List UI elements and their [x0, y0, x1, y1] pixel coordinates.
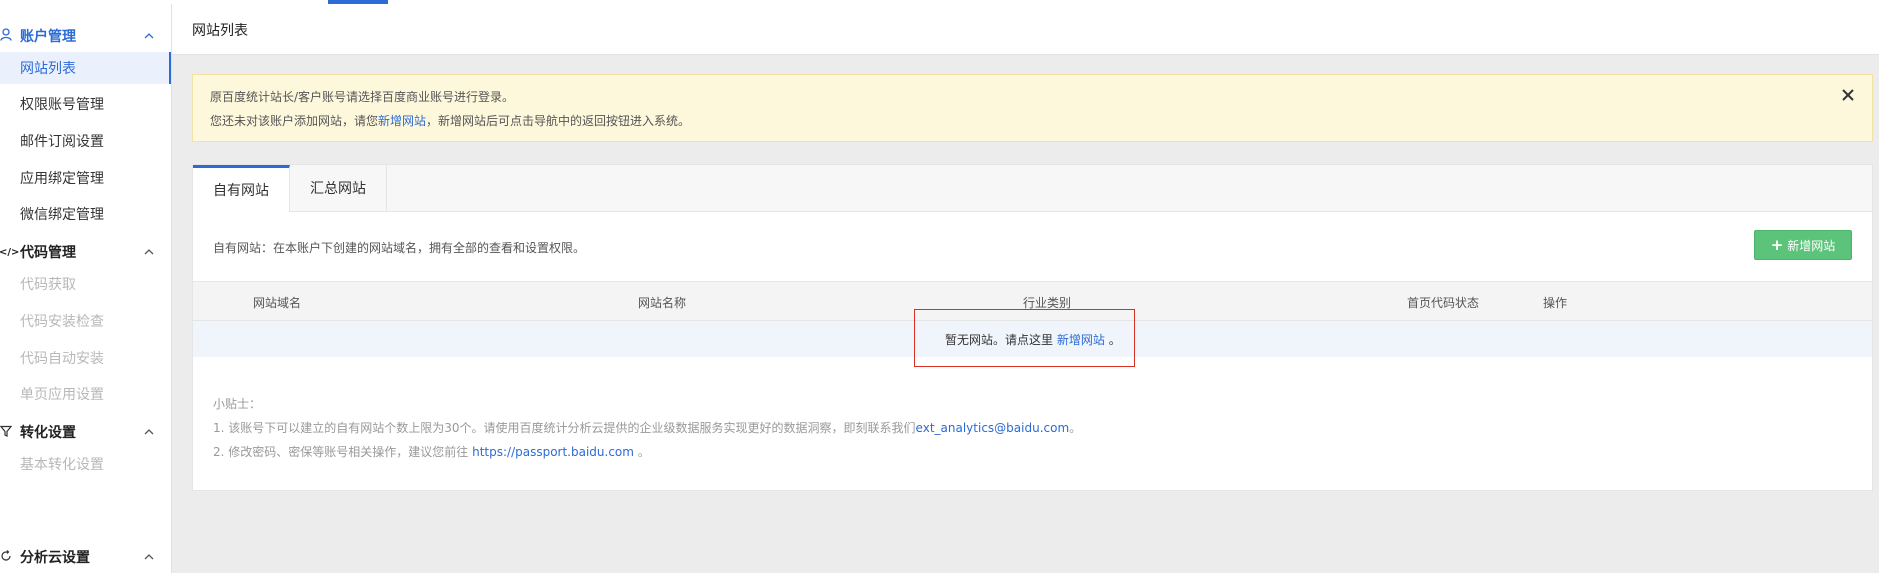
column-header-actions: 操作	[1543, 296, 1568, 310]
sidebar-item-label: 代码获取	[20, 277, 76, 293]
refresh-icon	[0, 549, 13, 565]
tip-text: 。	[1069, 421, 1082, 435]
sidebar-group-label: 代码管理	[20, 245, 76, 261]
sidebar-group-label: 转化设置	[20, 425, 76, 441]
sidebar-item-label: 代码安装检查	[20, 314, 104, 330]
alert-line-2: 您还未对该账户添加网站，请您新增网站，新增网站后可点击导航中的返回按钮进入系统。	[210, 112, 690, 129]
alert-line-1: 原百度统计站长/客户账号请选择百度商业账号进行登录。	[210, 90, 515, 104]
sidebar-item-mail-subscription[interactable]: 邮件订阅设置	[0, 125, 171, 157]
sidebar-group-analytics-cloud[interactable]: 分析云设置	[0, 542, 171, 572]
tip-text: 1. 该账号下可以建立的自有网站个数上限为30个。请使用百度统计分析云提供的企业…	[213, 421, 916, 435]
chevron-up-icon	[144, 33, 154, 39]
sidebar-item-label: 应用绑定管理	[20, 171, 104, 187]
tip-text: 2. 修改密码、密保等账号相关操作，建议您前往	[213, 445, 469, 459]
sidebar-item-site-list[interactable]: 网站列表	[0, 52, 171, 84]
plus-icon: +	[1770, 236, 1784, 254]
empty-state-message: 暂无网站。请点这里 新增网站 。	[945, 331, 1121, 348]
empty-state-text: 暂无网站。请点这里	[945, 333, 1054, 347]
tab-description: 自有网站：在本账户下创建的网站域名，拥有全部的查看和设置权限。	[213, 241, 586, 255]
empty-state-text: 。	[1108, 333, 1121, 347]
sidebar-item-wechat-binding[interactable]: 微信绑定管理	[0, 198, 171, 230]
sidebar-group-label: 账户管理	[20, 29, 76, 45]
sidebar-item-label: 邮件订阅设置	[20, 134, 104, 150]
page-title: 网站列表	[192, 23, 248, 39]
sidebar-item-get-code[interactable]: 代码获取	[0, 268, 171, 300]
sidebar-group-label: 分析云设置	[20, 550, 90, 566]
sidebar-group-conversion[interactable]: 转化设置	[0, 417, 171, 447]
sidebar-item-basic-conversion[interactable]: 基本转化设置	[0, 448, 171, 480]
tab-summary-sites[interactable]: 汇总网站	[290, 165, 387, 211]
tip-2: 2. 修改密码、密保等账号相关操作，建议您前往 https://passport…	[213, 443, 650, 460]
alert-text: ，新增网站后可点击导航中的返回按钮进入系统。	[426, 114, 691, 128]
chevron-up-icon	[144, 554, 154, 560]
sidebar-item-spa-settings[interactable]: 单页应用设置	[0, 378, 171, 410]
sidebar-item-label: 基本转化设置	[20, 457, 104, 473]
sidebar-item-code-auto-install[interactable]: 代码自动安装	[0, 342, 171, 374]
user-icon	[0, 28, 13, 44]
tip-text: 。	[637, 445, 650, 459]
page-header: 网站列表	[172, 4, 1879, 55]
column-header-domain: 网站域名	[253, 296, 302, 310]
tab-own-sites[interactable]: 自有网站	[193, 165, 290, 212]
sidebar-item-label: 网站列表	[20, 61, 76, 77]
close-icon[interactable]	[1838, 85, 1858, 105]
sidebar-item-label: 代码自动安装	[20, 351, 104, 367]
add-site-button[interactable]: + 新增网站	[1754, 230, 1852, 260]
tip-1: 1. 该账号下可以建立的自有网站个数上限为30个。请使用百度统计分析云提供的企业…	[213, 419, 1081, 436]
tips-title: 小贴士：	[213, 397, 262, 411]
sidebar-item-label: 权限账号管理	[20, 97, 104, 113]
alert-add-site-link[interactable]: 新增网站	[378, 114, 426, 128]
passport-link[interactable]: https://passport.baidu.com	[472, 445, 634, 459]
sidebar-group-code[interactable]: </> 代码管理	[0, 237, 171, 267]
chevron-up-icon	[144, 429, 154, 435]
sidebar-group-account[interactable]: 账户管理	[0, 21, 171, 51]
empty-add-site-link[interactable]: 新增网站	[1057, 333, 1105, 347]
column-header-code-status: 首页代码状态	[1407, 296, 1480, 310]
contact-email-link[interactable]: ext_analytics@baidu.com	[916, 421, 1070, 435]
sidebar-item-permission-accounts[interactable]: 权限账号管理	[0, 88, 171, 120]
sidebar-item-app-binding[interactable]: 应用绑定管理	[0, 162, 171, 194]
sidebar-item-label: 微信绑定管理	[20, 207, 104, 223]
sidebar: 账户管理 网站列表 权限账号管理 邮件订阅设置 应用绑定管理 微信绑定管理 </…	[0, 4, 172, 573]
add-site-button-label: 新增网站	[1787, 238, 1836, 253]
sidebar-item-code-check[interactable]: 代码安装检查	[0, 305, 171, 337]
alert-text: 您还未对该账户添加网站，请您	[210, 114, 379, 128]
code-icon: </>	[0, 246, 20, 258]
chevron-up-icon	[144, 249, 154, 255]
tab-bar: 自有网站 汇总网站	[193, 165, 1872, 212]
filter-icon	[0, 425, 13, 440]
sidebar-item-label: 单页应用设置	[20, 387, 104, 403]
notice-alert: 原百度统计站长/客户账号请选择百度商业账号进行登录。 您还未对该账户添加网站，请…	[192, 74, 1873, 142]
column-header-name: 网站名称	[638, 296, 687, 310]
